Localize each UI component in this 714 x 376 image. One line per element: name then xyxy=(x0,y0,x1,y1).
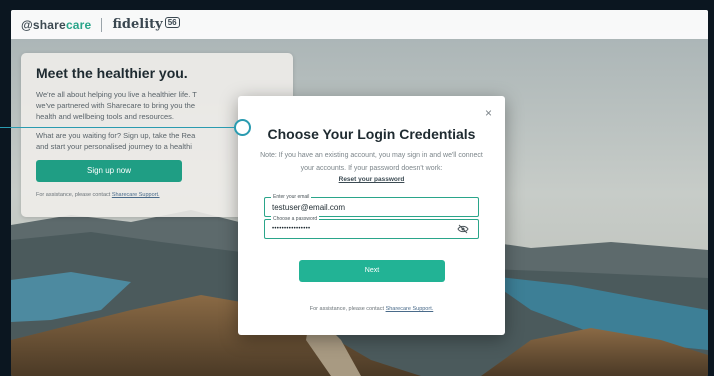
sharecare-logo[interactable]: @sharecare xyxy=(21,18,91,32)
app-frame: @sharecare fidelity 56 Meet the healthier… xyxy=(11,10,708,376)
top-navbar: @sharecare fidelity 56 xyxy=(11,10,708,39)
email-input[interactable] xyxy=(272,203,452,212)
eye-slash-icon[interactable] xyxy=(457,224,469,234)
password-field[interactable]: Choose a password xyxy=(264,216,479,239)
modal-assistance: For assistance, please contact Sharecare… xyxy=(309,306,434,312)
reset-password-link[interactable]: Reset your password xyxy=(238,176,505,183)
brand-divider xyxy=(101,17,103,32)
password-label: Choose a password xyxy=(271,216,320,223)
modal-support-link[interactable]: Sharecare Support. xyxy=(386,306,434,312)
sign-up-button[interactable]: Sign up now xyxy=(36,160,182,182)
next-button[interactable]: Next xyxy=(299,260,445,282)
email-label: Enter your email xyxy=(271,194,312,201)
callout-marker xyxy=(234,119,251,136)
login-credentials-modal: × Choose Your Login Credentials Note: If… xyxy=(238,96,505,335)
password-input[interactable] xyxy=(272,226,452,232)
modal-note: Note: If you have an existing account, y… xyxy=(260,152,483,172)
fidelity-badge: 56 xyxy=(164,17,180,28)
promo-support-link[interactable]: Sharecare Support. xyxy=(112,192,160,198)
callout-line xyxy=(0,127,236,128)
email-field[interactable]: Enter your email xyxy=(264,194,479,217)
modal-title: Choose Your Login Credentials xyxy=(267,126,476,142)
promo-title: Meet the healthier you. xyxy=(36,65,188,81)
fidelity-logo[interactable]: fidelity 56 xyxy=(112,17,180,32)
close-icon[interactable]: × xyxy=(485,106,492,120)
